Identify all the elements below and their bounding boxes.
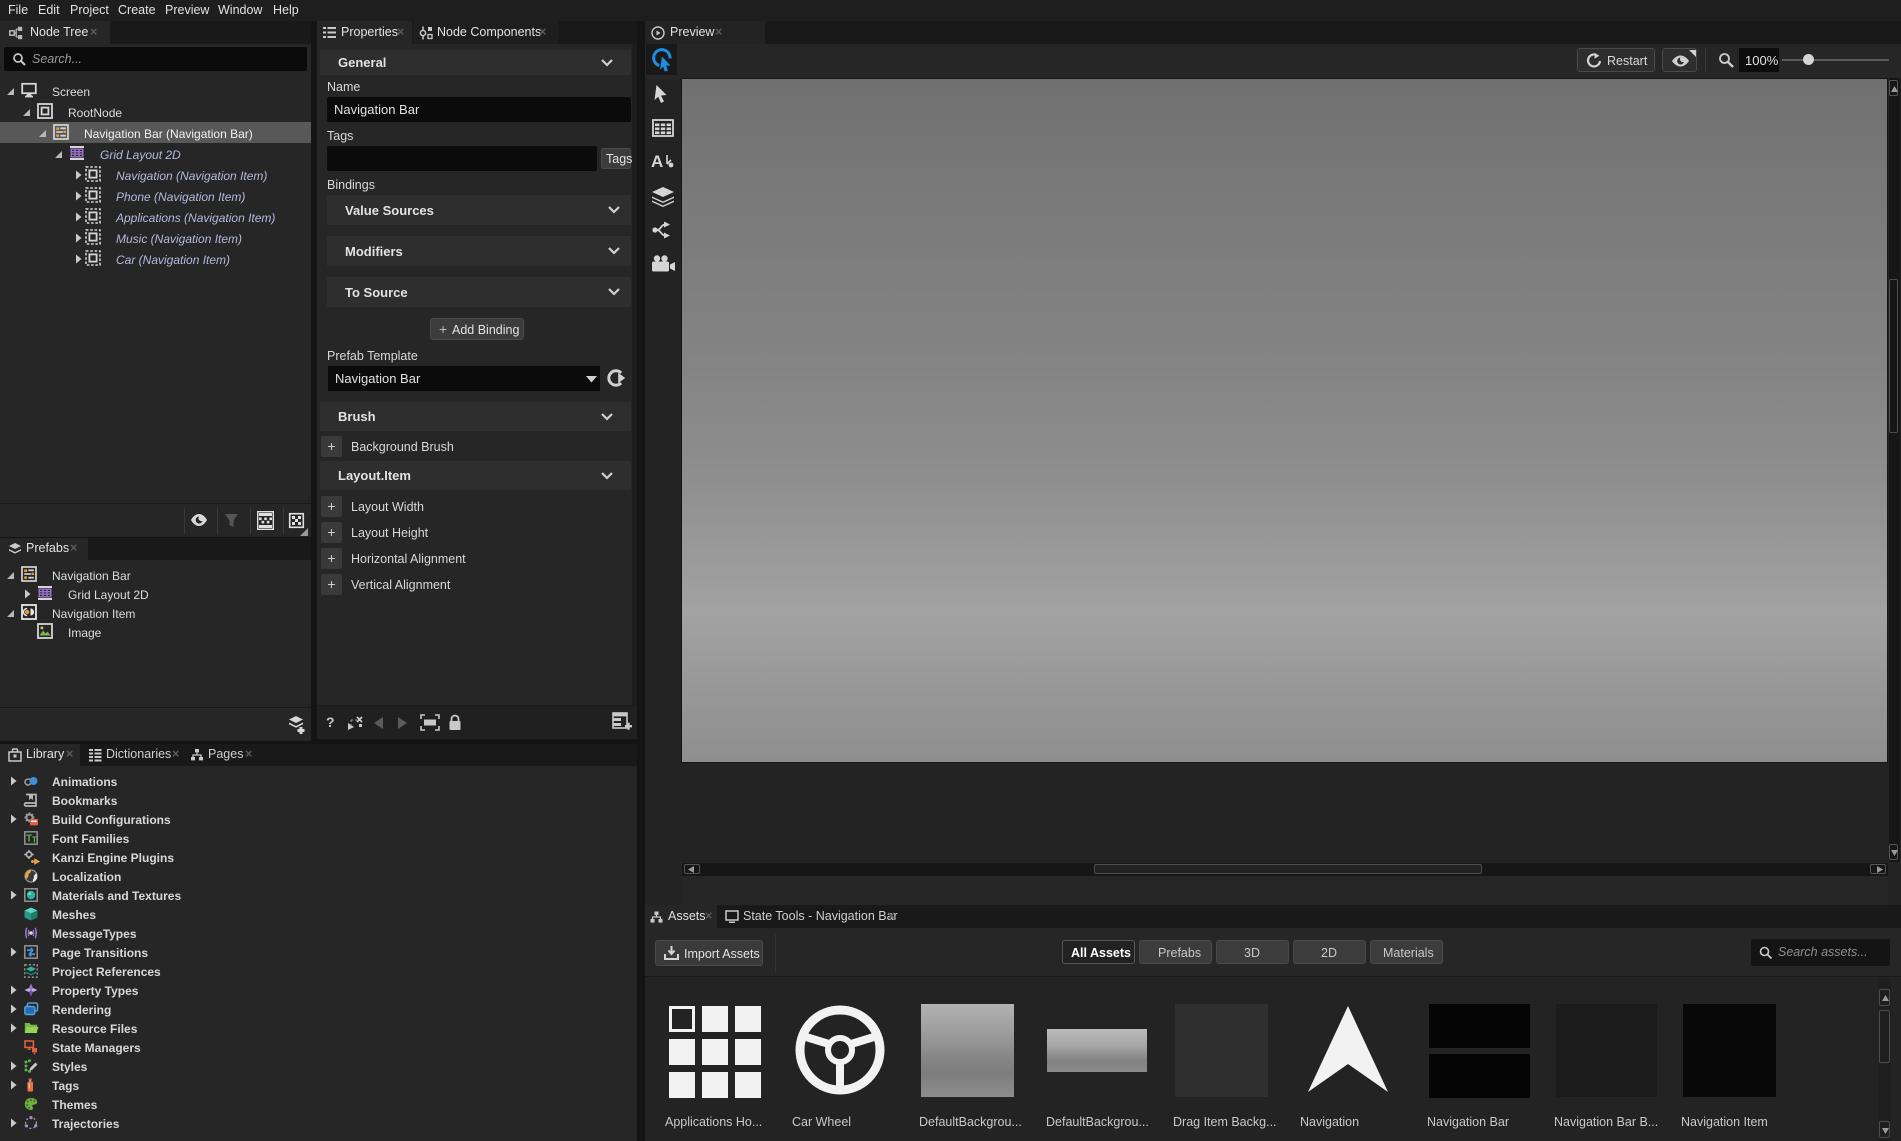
svg-text:A: A xyxy=(651,152,663,171)
svg-text:T: T xyxy=(32,836,37,845)
